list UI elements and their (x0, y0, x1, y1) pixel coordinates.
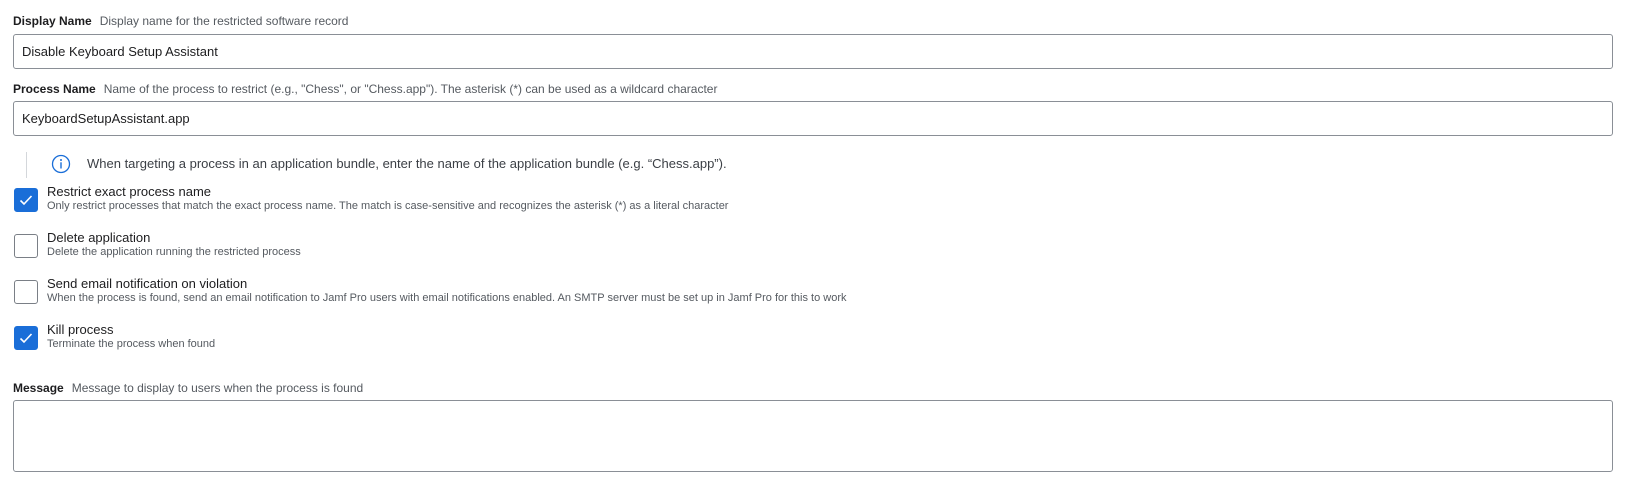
delete-application-title: Delete application (47, 230, 151, 245)
display-name-label: Display Name Display name for the restric… (13, 13, 348, 29)
kill-process-title: Kill process (47, 322, 114, 337)
send-email-notification-description: When the process is found, send an email… (47, 292, 847, 304)
info-note: When targeting a process in an applicati… (26, 152, 727, 178)
info-note-text: When targeting a process in an applicati… (87, 156, 727, 171)
send-email-notification-title: Send email notification on violation (47, 276, 248, 291)
message-title: Message (13, 381, 64, 395)
option-restrict-exact-name: Restrict exact process name Only restric… (14, 184, 1604, 228)
kill-process-description: Terminate the process when found (47, 338, 216, 350)
message-description: Message to display to users when the pro… (71, 381, 364, 395)
option-send-email-notification: Send email notification on violation Whe… (14, 276, 1604, 320)
restrict-exact-name-description: Only restrict processes that match the e… (47, 200, 729, 212)
checkmark-icon (19, 195, 33, 206)
option-kill-process: Kill process Terminate the process when … (14, 322, 1604, 366)
process-name-description: Name of the process to restrict (e.g., "… (103, 82, 718, 96)
info-icon (51, 154, 71, 174)
restrict-exact-name-title: Restrict exact process name (47, 184, 212, 199)
process-name-input[interactable] (13, 101, 1613, 136)
send-email-notification-checkbox[interactable] (14, 280, 38, 304)
kill-process-checkbox[interactable] (14, 326, 38, 350)
process-name-title: Process Name (13, 82, 96, 96)
option-delete-application: Delete application Delete the applicatio… (14, 230, 1604, 274)
process-name-label: Process Name Name of the process to restr… (13, 81, 717, 97)
message-textarea[interactable] (13, 400, 1613, 472)
restrict-exact-name-checkbox[interactable] (14, 188, 38, 212)
message-label: Message Message to display to users when … (13, 380, 363, 396)
checkmark-icon (19, 333, 33, 344)
display-name-title: Display Name (13, 14, 92, 28)
display-name-input[interactable] (13, 34, 1613, 69)
delete-application-description: Delete the application running the restr… (47, 246, 301, 258)
display-name-description: Display name for the restricted software… (99, 14, 349, 28)
delete-application-checkbox[interactable] (14, 234, 38, 258)
